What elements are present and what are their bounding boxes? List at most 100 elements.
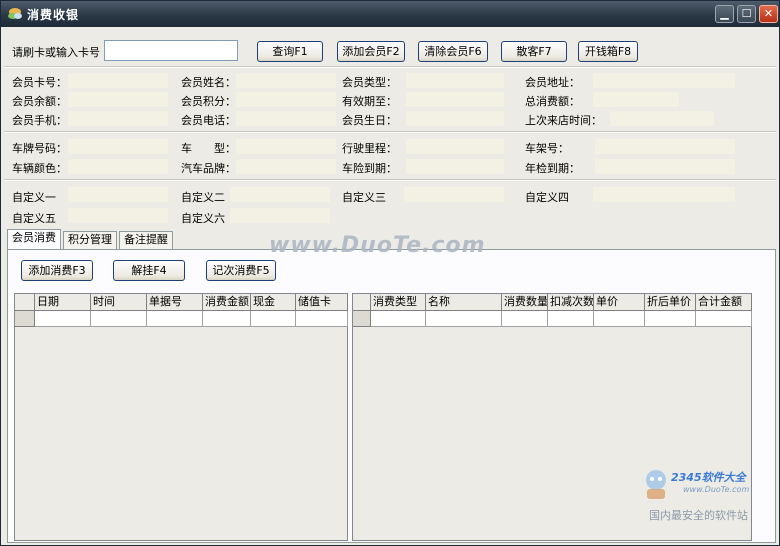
custom-2-field xyxy=(230,187,330,202)
column-header[interactable]: 现金 xyxy=(251,294,296,311)
card-prompt-label: 请刷卡或输入卡号 xyxy=(12,46,100,59)
table-cell[interactable] xyxy=(548,311,594,327)
column-header[interactable]: 折后单价 xyxy=(645,294,696,311)
walk-in-button[interactable]: 散客F7 xyxy=(501,41,567,62)
table-cell[interactable] xyxy=(594,311,645,327)
custom-6-label: 自定义六 xyxy=(181,212,225,225)
separator xyxy=(4,66,776,68)
custom-2-label: 自定义二 xyxy=(181,191,225,204)
vehicle-plate-field xyxy=(68,139,168,154)
member-name-label: 会员姓名： xyxy=(181,76,236,89)
column-header[interactable]: 消费金额 xyxy=(203,294,251,311)
member-address-label: 会员地址： xyxy=(525,76,580,89)
table-cell[interactable] xyxy=(645,311,696,327)
row-selector[interactable] xyxy=(15,311,35,327)
vehicle-color-field xyxy=(68,159,168,174)
member-birthday-label: 会员生日： xyxy=(342,114,397,127)
site-watermark: www.DuoTe.com xyxy=(269,233,486,258)
mascot-icon xyxy=(646,470,666,499)
table-cell[interactable] xyxy=(203,311,251,327)
add-consumption-button[interactable]: 添加消费F3 xyxy=(21,260,93,281)
column-header[interactable]: 名称 xyxy=(426,294,502,311)
table-cell[interactable] xyxy=(35,311,91,327)
separator xyxy=(4,131,776,133)
add-member-button[interactable]: 添加会员F2 xyxy=(337,41,405,62)
tab-points-management[interactable]: 积分管理 xyxy=(63,231,117,249)
vehicle-color-label: 车辆颜色： xyxy=(12,162,67,175)
custom-3-field xyxy=(404,187,504,202)
tab-member-consumption[interactable]: 会员消费 xyxy=(7,229,61,249)
vehicle-model-label: 车 型： xyxy=(181,142,236,155)
brand-watermark-slogan: 国内最安全的软件站 xyxy=(649,509,748,522)
title-bar[interactable]: 消费收银 ▁ ☐ ✕ xyxy=(1,1,779,27)
column-header[interactable]: 扣减次数 xyxy=(548,294,594,311)
column-header[interactable]: 合计金额 xyxy=(696,294,752,311)
close-button[interactable]: ✕ xyxy=(759,5,778,23)
custom-5-field xyxy=(68,208,168,223)
member-card-no-field xyxy=(68,73,168,88)
table-cell[interactable] xyxy=(251,311,296,327)
custom-6-field xyxy=(230,208,330,223)
member-balance-field xyxy=(68,92,168,107)
vehicle-frame-label: 车架号： xyxy=(525,142,569,155)
table-cell[interactable] xyxy=(147,311,203,327)
member-type-label: 会员类型： xyxy=(342,76,397,89)
vehicle-frame-field xyxy=(595,139,735,154)
member-last-visit-field xyxy=(610,111,714,126)
custom-1-label: 自定义一 xyxy=(12,191,56,204)
member-phone-field xyxy=(236,111,336,126)
table-cell[interactable] xyxy=(296,311,348,327)
separator xyxy=(4,179,776,181)
member-name-field xyxy=(236,73,336,88)
brand-watermark-url: www.DuoTe.com xyxy=(683,485,750,494)
member-type-field xyxy=(406,73,504,88)
column-header[interactable]: 储值卡 xyxy=(296,294,348,311)
vehicle-brand-field xyxy=(236,159,336,174)
app-icon xyxy=(8,8,22,19)
row-selector[interactable] xyxy=(353,311,371,327)
vehicle-inspection-label: 年检到期： xyxy=(525,162,580,175)
tab-notes-reminder[interactable]: 备注提醒 xyxy=(119,231,173,249)
table-cell[interactable] xyxy=(426,311,502,327)
column-header[interactable]: 单价 xyxy=(594,294,645,311)
member-mobile-label: 会员手机： xyxy=(12,114,67,127)
member-points-field xyxy=(236,92,336,107)
vehicle-brand-label: 汽车品牌： xyxy=(181,162,236,175)
table-cell[interactable] xyxy=(696,311,752,327)
member-phone-label: 会员电话： xyxy=(181,114,236,127)
member-expiry-label: 有效期至： xyxy=(342,95,397,108)
consumption-records-grid[interactable]: 日期 时间 单据号 消费金额 现金 储值卡 xyxy=(14,293,348,541)
brand-watermark: 2345软件大全 www.DuoTe.com 国内最安全的软件站 xyxy=(641,463,776,523)
vehicle-plate-label: 车牌号码： xyxy=(12,142,67,155)
column-header[interactable]: 消费类型 xyxy=(371,294,426,311)
member-last-visit-label: 上次来店时间： xyxy=(525,114,602,127)
member-expiry-field xyxy=(406,92,504,107)
column-header[interactable]: 日期 xyxy=(35,294,91,311)
custom-1-field xyxy=(68,187,168,202)
custom-5-label: 自定义五 xyxy=(12,212,56,225)
query-button[interactable]: 查询F1 xyxy=(257,41,323,62)
open-drawer-button[interactable]: 开钱箱F8 xyxy=(578,41,638,62)
table-cell[interactable] xyxy=(91,311,147,327)
count-consumption-button[interactable]: 记次消费F5 xyxy=(206,260,276,281)
vehicle-insurance-field xyxy=(406,159,504,174)
custom-3-label: 自定义三 xyxy=(342,191,386,204)
custom-4-label: 自定义四 xyxy=(525,191,569,204)
main-window: 消费收银 ▁ ☐ ✕ 请刷卡或输入卡号 查询F1 添加会员F2 清除会员F6 散… xyxy=(0,0,780,546)
member-points-label: 会员积分： xyxy=(181,95,236,108)
member-mobile-field xyxy=(68,111,168,126)
custom-4-field xyxy=(593,187,735,202)
minimize-button[interactable]: ▁ xyxy=(715,5,734,23)
column-header[interactable]: 时间 xyxy=(91,294,147,311)
column-header[interactable]: 消费数量 xyxy=(502,294,548,311)
table-cell[interactable] xyxy=(502,311,548,327)
suspend-button[interactable]: 解挂F4 xyxy=(113,260,185,281)
vehicle-inspection-field xyxy=(595,159,735,174)
card-number-input[interactable] xyxy=(104,40,238,61)
maximize-button[interactable]: ☐ xyxy=(737,5,756,23)
grid-corner xyxy=(353,294,371,311)
column-header[interactable]: 单据号 xyxy=(147,294,203,311)
member-total-spend-field xyxy=(593,92,679,107)
table-cell[interactable] xyxy=(371,311,426,327)
clear-member-button[interactable]: 清除会员F6 xyxy=(418,41,488,62)
